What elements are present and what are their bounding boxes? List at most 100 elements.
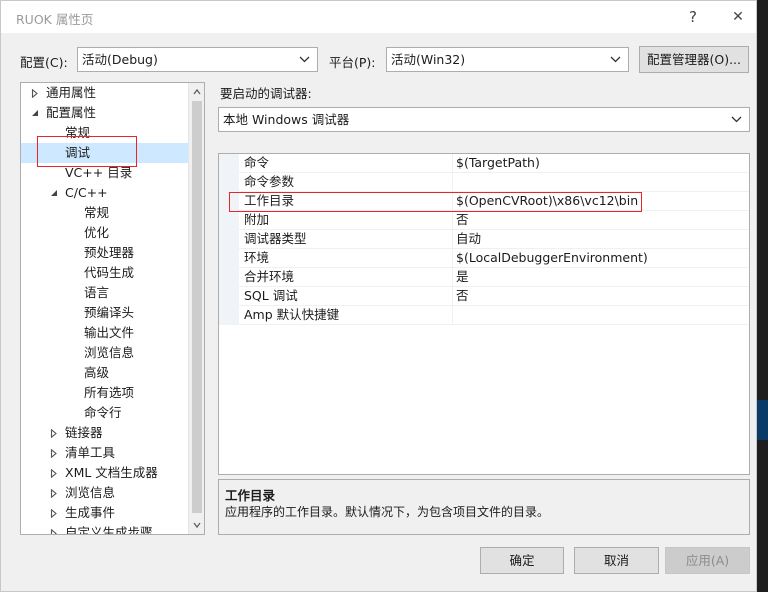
tree-item[interactable]: C/C++ bbox=[21, 183, 188, 203]
tree-item[interactable]: 命令行 bbox=[21, 403, 188, 423]
expand-arrow-icon[interactable] bbox=[49, 463, 59, 483]
collapse-arrow-icon[interactable] bbox=[30, 103, 40, 123]
debugger-dropdown-value: 本地 Windows 调试器 bbox=[223, 112, 350, 127]
tree-item-label: 高级 bbox=[84, 365, 110, 380]
tree-item-label: 预处理器 bbox=[84, 245, 135, 260]
help-button[interactable]: ? bbox=[678, 5, 708, 29]
tree-item-label: 代码生成 bbox=[84, 265, 135, 280]
tree-item-label: 配置属性 bbox=[46, 105, 97, 120]
tree-item-label: 语言 bbox=[84, 285, 110, 300]
expand-arrow-icon[interactable] bbox=[49, 483, 59, 503]
config-label: 配置(C): bbox=[20, 55, 68, 70]
tree-item[interactable]: 清单工具 bbox=[21, 443, 188, 463]
tree-scrollbar[interactable] bbox=[188, 83, 204, 534]
chevron-down-icon bbox=[610, 48, 622, 71]
property-name: 命令 bbox=[244, 155, 270, 170]
property-row[interactable]: 调试器类型 自动 bbox=[239, 230, 749, 249]
tree-item-label: C/C++ bbox=[65, 185, 108, 200]
tree-item[interactable]: 预编译头 bbox=[21, 303, 188, 323]
background-window-edge bbox=[757, 400, 768, 440]
debugger-label: 要启动的调试器: bbox=[220, 86, 312, 101]
tree-item[interactable]: 自定义生成步骤 bbox=[21, 523, 188, 535]
debugger-dropdown[interactable]: 本地 Windows 调试器 bbox=[218, 107, 750, 132]
tree-item[interactable]: 所有选项 bbox=[21, 383, 188, 403]
tree-item[interactable]: 代码生成 bbox=[21, 263, 188, 283]
tree-item-label: 清单工具 bbox=[65, 445, 116, 460]
tree-item[interactable]: 配置属性 bbox=[21, 103, 188, 123]
tree-item-label: 通用属性 bbox=[46, 85, 97, 100]
description-title: 工作目录 bbox=[225, 488, 276, 503]
tree-item[interactable]: 高级 bbox=[21, 363, 188, 383]
property-row[interactable]: Amp 默认快捷键 bbox=[239, 306, 749, 325]
property-name: 命令参数 bbox=[244, 174, 295, 189]
config-manager-button[interactable]: 配置管理器(O)... bbox=[639, 46, 749, 73]
tree-item-label: 浏览信息 bbox=[65, 485, 116, 500]
highlight-box-debug-item bbox=[37, 136, 137, 167]
tree-item[interactable]: 通用属性 bbox=[21, 83, 188, 103]
property-row[interactable]: 命令参数 bbox=[239, 173, 749, 192]
description-text: 应用程序的工作目录。默认情况下，为包含项目文件的目录。 bbox=[225, 505, 550, 519]
title-bar: RUOK 属性页 ? ✕ bbox=[1, 1, 756, 33]
tree-item[interactable]: XML 文档生成器 bbox=[21, 463, 188, 483]
property-value[interactable]: 否 bbox=[456, 287, 469, 305]
property-name: Amp 默认快捷键 bbox=[244, 307, 340, 322]
platform-label: 平台(P): bbox=[329, 55, 376, 70]
close-button[interactable]: ✕ bbox=[723, 5, 753, 29]
config-dropdown[interactable]: 活动(Debug) bbox=[77, 47, 318, 72]
expand-arrow-icon[interactable] bbox=[49, 443, 59, 463]
property-row[interactable]: SQL 调试 否 bbox=[239, 287, 749, 306]
tree-item[interactable]: 语言 bbox=[21, 283, 188, 303]
config-dropdown-value: 活动(Debug) bbox=[82, 52, 158, 67]
platform-dropdown-value: 活动(Win32) bbox=[391, 52, 466, 67]
property-name: 调试器类型 bbox=[244, 231, 307, 246]
scroll-down-icon[interactable] bbox=[193, 521, 201, 529]
tree-item[interactable]: 浏览信息 bbox=[21, 483, 188, 503]
property-name: 附加 bbox=[244, 212, 270, 227]
tree-item[interactable]: 生成事件 bbox=[21, 503, 188, 523]
property-name: SQL 调试 bbox=[244, 288, 298, 303]
scroll-thumb[interactable] bbox=[192, 101, 202, 513]
tree-item[interactable]: 预处理器 bbox=[21, 243, 188, 263]
property-name: 环境 bbox=[244, 250, 270, 265]
tree-item-label: 链接器 bbox=[65, 425, 103, 440]
highlight-box-working-directory bbox=[229, 192, 642, 212]
tree-item-label: 命令行 bbox=[84, 405, 122, 420]
scroll-up-icon[interactable] bbox=[193, 88, 201, 96]
tree-item-label: XML 文档生成器 bbox=[65, 465, 158, 480]
property-row[interactable]: 环境 $(LocalDebuggerEnvironment) bbox=[239, 249, 749, 268]
tree-item[interactable]: 链接器 bbox=[21, 423, 188, 443]
tree-item[interactable]: 输出文件 bbox=[21, 323, 188, 343]
platform-dropdown[interactable]: 活动(Win32) bbox=[386, 47, 629, 72]
tree-item-label: 优化 bbox=[84, 225, 110, 240]
tree-item-label: 生成事件 bbox=[65, 505, 116, 520]
chevron-down-icon bbox=[299, 48, 311, 71]
tree-item-label: 常规 bbox=[84, 205, 110, 220]
property-value[interactable]: 否 bbox=[456, 211, 469, 229]
tree-item[interactable]: 浏览信息 bbox=[21, 343, 188, 363]
property-row[interactable]: 命令 $(TargetPath) bbox=[239, 154, 749, 173]
expand-arrow-icon[interactable] bbox=[49, 423, 59, 443]
expand-arrow-icon[interactable] bbox=[49, 503, 59, 523]
tree-item-label: 自定义生成步骤 bbox=[65, 525, 153, 535]
tree-item-label: 所有选项 bbox=[84, 385, 135, 400]
chevron-down-icon bbox=[731, 108, 743, 131]
cancel-button[interactable]: 取消 bbox=[574, 547, 659, 574]
property-value[interactable]: 是 bbox=[456, 268, 469, 286]
collapse-arrow-icon[interactable] bbox=[49, 183, 59, 203]
property-row[interactable]: 附加 否 bbox=[239, 211, 749, 230]
apply-button[interactable]: 应用(A) bbox=[665, 547, 750, 574]
property-value[interactable]: 自动 bbox=[456, 230, 481, 248]
expand-arrow-icon[interactable] bbox=[30, 83, 40, 103]
property-row[interactable]: 合并环境 是 bbox=[239, 268, 749, 287]
property-value[interactable]: $(LocalDebuggerEnvironment) bbox=[456, 249, 648, 267]
ok-button[interactable]: 确定 bbox=[480, 547, 564, 574]
tree-item[interactable]: 优化 bbox=[21, 223, 188, 243]
tree-item-label: 输出文件 bbox=[84, 325, 135, 340]
grid-gutter bbox=[219, 154, 239, 325]
tree-item[interactable]: 常规 bbox=[21, 203, 188, 223]
property-value[interactable]: $(TargetPath) bbox=[456, 154, 540, 172]
window-title: RUOK 属性页 bbox=[16, 12, 94, 27]
property-pages-dialog: RUOK 属性页 ? ✕ 配置(C): 活动(Debug) 平台(P): 活动(… bbox=[0, 0, 757, 592]
tree-item-label: 浏览信息 bbox=[84, 345, 135, 360]
expand-arrow-icon[interactable] bbox=[49, 523, 59, 534]
